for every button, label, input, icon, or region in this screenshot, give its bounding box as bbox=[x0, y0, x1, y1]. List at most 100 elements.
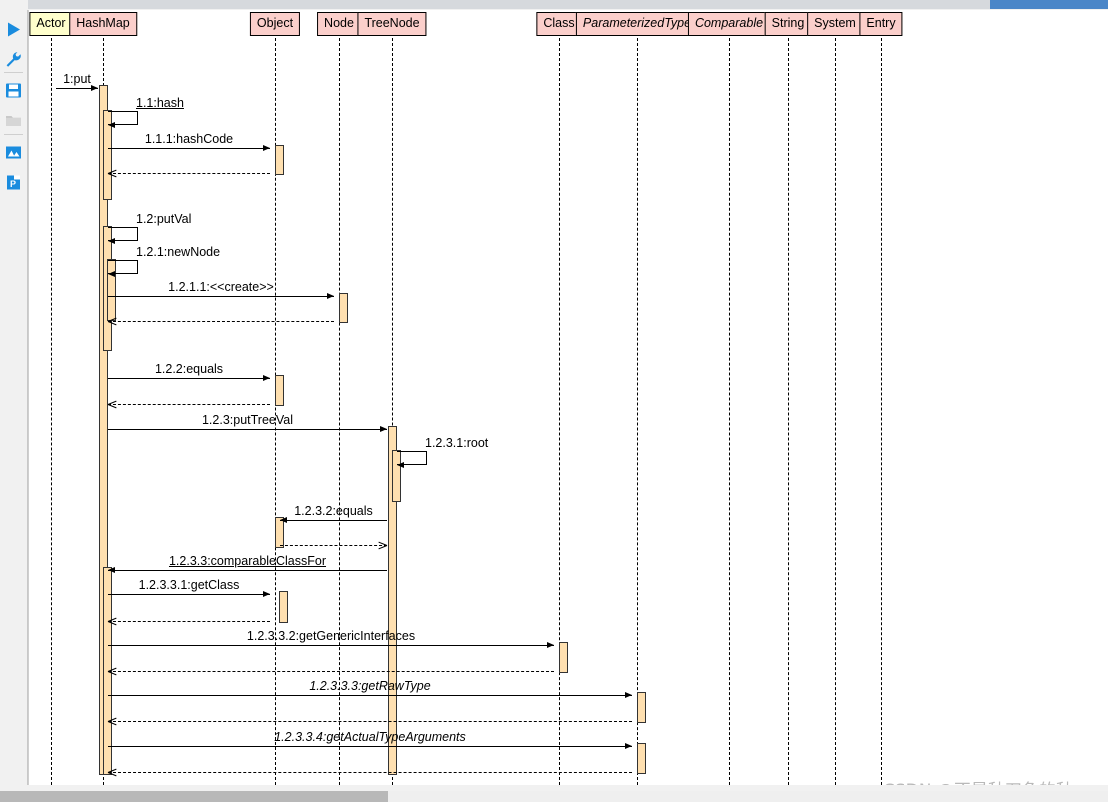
message-m20-arrowhead bbox=[625, 691, 632, 698]
activation-bar-parameterizedtype bbox=[636, 743, 646, 774]
message-m4-arrowhead bbox=[108, 169, 117, 177]
message-m9-arrowhead bbox=[263, 374, 270, 381]
message-m4-line[interactable] bbox=[108, 173, 270, 174]
message-m7-arrowhead bbox=[327, 292, 334, 299]
message-m19-line[interactable] bbox=[108, 671, 554, 672]
message-m18-line[interactable] bbox=[108, 645, 554, 646]
message-m22-label: 1.2.3.3.4:getActualTypeArguments bbox=[274, 730, 466, 744]
message-m9-line[interactable] bbox=[108, 378, 270, 379]
participant-treenode[interactable]: TreeNode bbox=[357, 12, 427, 36]
rail-divider-1 bbox=[4, 72, 23, 73]
top-scrollbar-thumb[interactable] bbox=[990, 0, 1108, 9]
message-m9-label: 1.2.2:equals bbox=[154, 362, 224, 376]
lifeline-parameterizedtype bbox=[637, 38, 638, 785]
message-m10-line[interactable] bbox=[108, 404, 270, 405]
diagram-content: Actor HashMap Object Node TreeNode Class Param… bbox=[29, 10, 1108, 785]
activation-bar-class bbox=[558, 642, 568, 673]
message-m16-label: 1.2.3.3.1:getClass bbox=[138, 578, 240, 592]
participant-hashmap[interactable]: HashMap bbox=[69, 12, 137, 36]
message-m8-line[interactable] bbox=[108, 321, 334, 322]
message-m5-arrowhead bbox=[108, 237, 115, 244]
wrench-icon[interactable] bbox=[0, 44, 27, 74]
save-icon[interactable] bbox=[0, 75, 27, 105]
message-m13-line[interactable] bbox=[280, 520, 387, 521]
message-m11-arrowhead bbox=[380, 425, 387, 432]
rail-divider-2 bbox=[4, 134, 23, 135]
message-m22-line[interactable] bbox=[108, 746, 632, 747]
message-m7-line[interactable] bbox=[108, 296, 334, 297]
message-m3-label: 1.1.1:hashCode bbox=[144, 132, 234, 146]
export-pdf-icon[interactable]: P bbox=[0, 167, 27, 197]
message-m2-label: 1.1:hash bbox=[136, 96, 184, 110]
lifeline-node bbox=[339, 38, 340, 785]
message-m15-label: 1.2.3.3:comparableClassFor bbox=[168, 554, 327, 568]
svg-text:P: P bbox=[10, 179, 16, 189]
lifeline-string bbox=[788, 38, 789, 785]
message-m22-arrowhead bbox=[625, 742, 632, 749]
message-m15-line[interactable] bbox=[108, 570, 387, 571]
participant-class[interactable]: Class bbox=[536, 12, 582, 36]
activation-bar-object bbox=[274, 145, 284, 175]
export-image-icon[interactable] bbox=[0, 137, 27, 167]
message-m14-arrowhead bbox=[378, 541, 386, 549]
message-m2-arrowhead bbox=[108, 121, 115, 128]
activation-bar-parameterizedtype bbox=[636, 692, 646, 723]
participant-object[interactable]: Object bbox=[249, 12, 301, 36]
lifeline-comparable bbox=[729, 38, 730, 785]
participant-actor[interactable]: Actor bbox=[29, 12, 73, 36]
message-m18-label: 1.2.3.3.2:getGenericInterfaces bbox=[246, 629, 416, 643]
message-m14-line[interactable] bbox=[280, 545, 387, 546]
message-m1-label: 1:put bbox=[63, 72, 91, 86]
participant-string[interactable]: String bbox=[764, 12, 812, 36]
message-m20-label: 1.2.3.3.3:getRawType bbox=[309, 679, 431, 693]
message-m3-arrowhead bbox=[263, 144, 270, 151]
message-m8-arrowhead bbox=[108, 317, 117, 325]
message-m23-arrowhead bbox=[108, 768, 117, 776]
participant-comparable[interactable]: Comparable bbox=[687, 12, 771, 36]
top-scrollbar-track[interactable] bbox=[28, 0, 1108, 9]
top-scrollbar[interactable] bbox=[0, 0, 1108, 10]
message-m15-arrowhead bbox=[108, 566, 115, 573]
participant-entry[interactable]: Entry bbox=[859, 12, 903, 36]
message-m3-line[interactable] bbox=[108, 148, 270, 149]
message-m6-arrowhead bbox=[108, 270, 115, 277]
message-m16-line[interactable] bbox=[108, 594, 270, 595]
lifeline-entry bbox=[881, 38, 882, 785]
activation-bar-node bbox=[338, 293, 348, 323]
message-m23-line[interactable] bbox=[108, 772, 632, 773]
message-m19-arrowhead bbox=[108, 667, 117, 675]
bottom-scrollbar[interactable] bbox=[0, 791, 1108, 802]
message-m13-label: 1.2.3.2:equals bbox=[294, 504, 373, 518]
tool-rail: P bbox=[0, 10, 28, 790]
message-m21-line[interactable] bbox=[108, 721, 632, 722]
message-m20-line[interactable] bbox=[108, 695, 632, 696]
message-m12-label: 1.2.3.1:root bbox=[425, 436, 489, 450]
lifeline-actor bbox=[51, 38, 52, 785]
bottom-scrollbar-thumb[interactable] bbox=[0, 791, 388, 802]
message-m13-arrowhead bbox=[280, 516, 287, 523]
message-m16-arrowhead bbox=[263, 590, 270, 597]
participant-system[interactable]: System bbox=[807, 12, 863, 36]
message-m17-line[interactable] bbox=[108, 621, 270, 622]
diagram-canvas[interactable]: Actor HashMap Object Node TreeNode Class Param… bbox=[28, 10, 1108, 785]
message-m12-arrowhead bbox=[397, 461, 404, 468]
message-m11-line[interactable] bbox=[108, 429, 387, 430]
folder-icon[interactable] bbox=[0, 105, 27, 135]
participant-node[interactable]: Node bbox=[317, 12, 361, 36]
message-m21-arrowhead bbox=[108, 717, 117, 725]
message-m1-arrowhead bbox=[91, 84, 98, 91]
run-icon[interactable] bbox=[0, 14, 27, 44]
message-m7-label: 1.2.1.1:<<create>> bbox=[168, 280, 274, 294]
message-m6-label: 1.2.1:newNode bbox=[136, 245, 221, 259]
message-m5-label: 1.2:putVal bbox=[136, 212, 192, 226]
activation-bar-object bbox=[274, 375, 284, 406]
message-m18-arrowhead bbox=[547, 641, 554, 648]
lifeline-system bbox=[835, 38, 836, 785]
message-m11-label: 1.2.3:putTreeVal bbox=[201, 413, 294, 427]
message-m10-arrowhead bbox=[108, 400, 117, 408]
watermark: CSDN @不是秋刀鱼的秋 bbox=[883, 776, 1073, 785]
activation-bar-object bbox=[278, 591, 288, 623]
participant-parameterizedtype[interactable]: ParameterizedType bbox=[575, 12, 699, 36]
sequence-diagram-editor: P Actor HashMap Object Node TreeNode Class Par… bbox=[0, 0, 1108, 802]
message-m17-arrowhead bbox=[108, 617, 117, 625]
